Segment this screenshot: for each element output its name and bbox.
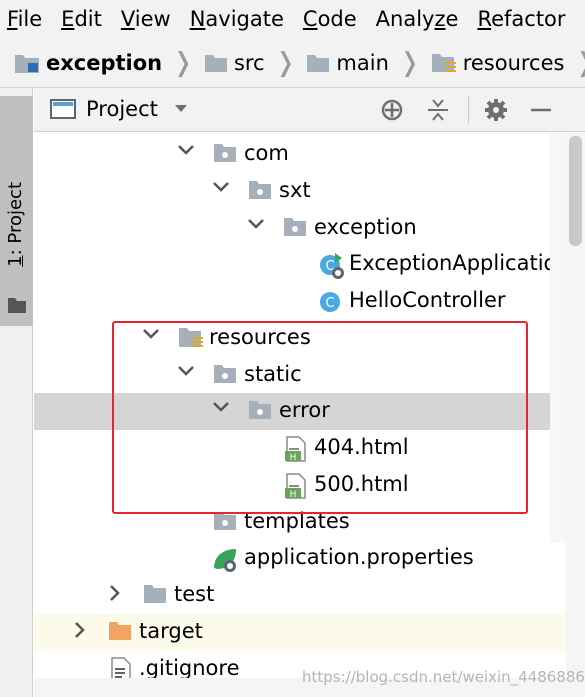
package-icon (214, 512, 236, 530)
breadcrumb-item-resources[interactable]: resources❭ (421, 50, 585, 76)
menu-edit[interactable]: Edit (54, 7, 114, 31)
menu-bar: File Edit View Navigate Code Analyze Ref… (0, 0, 585, 38)
tool-window-strip: 1: Project (0, 88, 33, 697)
package-icon (284, 218, 306, 236)
project-tool-tab-label: 1: Project (5, 182, 26, 267)
separator-icon: ❭ (274, 47, 297, 78)
tree-node-resources[interactable]: resources (34, 320, 585, 357)
spring-properties-icon (214, 549, 236, 572)
chevron-down-icon[interactable] (212, 400, 230, 414)
package-icon (214, 144, 236, 162)
tree-node-test[interactable]: test (34, 577, 585, 614)
project-view-icon (50, 99, 76, 119)
package-icon (214, 365, 236, 383)
tree-node-com[interactable]: com (34, 136, 585, 173)
tree-node-target[interactable]: target (34, 614, 585, 651)
chevron-down-icon[interactable] (142, 327, 160, 341)
spring-boot-class-icon: C (320, 253, 344, 279)
folder-icon (204, 54, 227, 72)
module-folder-icon (15, 54, 39, 73)
locate-icon[interactable] (380, 98, 404, 122)
menu-view[interactable]: View (114, 7, 183, 31)
chevron-down-icon (174, 105, 187, 112)
tree-node-templates[interactable]: templates (34, 504, 585, 541)
breadcrumb-item-src[interactable]: src ❭ (194, 50, 296, 76)
breadcrumb-item-main[interactable]: main ❭ (296, 47, 421, 78)
minimize-icon[interactable] (529, 98, 553, 122)
menu-analyze[interactable]: Analyze (369, 7, 471, 31)
chevron-down-icon[interactable] (177, 143, 195, 157)
tree-node-500-html[interactable]: H 500.html (34, 467, 585, 504)
chevron-right-icon[interactable] (108, 584, 122, 602)
collapse-all-icon[interactable] (426, 98, 450, 122)
watermark: https://blog.csdn.net/weixin_44868863 (302, 668, 585, 686)
folder-icon (8, 298, 26, 313)
chevron-down-icon[interactable] (212, 180, 230, 194)
class-icon: C (320, 292, 340, 312)
tree-node-error[interactable]: error (34, 393, 585, 430)
separator-icon: ❭ (574, 50, 585, 76)
gear-icon[interactable] (484, 98, 508, 122)
menu-file[interactable]: File (0, 7, 54, 31)
breadcrumb: exception❭ src❭ main❭ resources❭ stat (0, 38, 585, 88)
chevron-down-icon[interactable] (247, 217, 265, 231)
project-tool-tab[interactable]: 1: Project (0, 96, 33, 326)
tree-node-sxt[interactable]: sxt (34, 173, 585, 210)
gutter (550, 133, 566, 543)
vertical-scrollbar-thumb[interactable] (569, 136, 582, 246)
menu-code[interactable]: Code (296, 7, 369, 31)
breadcrumb-item-exception[interactable]: exception ❭ (0, 50, 194, 76)
tree-node-application-properties[interactable]: application.properties (34, 540, 585, 577)
svg-text:H: H (290, 453, 297, 462)
svg-text:C: C (325, 296, 334, 311)
resources-folder-icon (431, 53, 456, 72)
project-panel-header: Project (34, 88, 585, 132)
tree-node-404-html[interactable]: H 404.html (34, 430, 585, 467)
chevron-down-icon[interactable] (177, 364, 195, 378)
html-file-icon: H (285, 436, 306, 462)
html-file-icon: H (285, 473, 306, 499)
chevron-right-icon[interactable] (73, 621, 87, 639)
menu-navigate[interactable]: Navigate (183, 7, 296, 31)
excluded-folder-icon (109, 622, 131, 640)
divider (468, 96, 469, 124)
view-selector[interactable]: Project (50, 97, 188, 121)
separator-icon: ❭ (172, 47, 194, 78)
menu-refactor[interactable]: Refactor (470, 7, 577, 31)
package-icon (249, 181, 271, 199)
separator-icon: ❭ (398, 47, 421, 78)
tree-node-hellocontroller[interactable]: C HelloController (34, 283, 585, 320)
svg-text:H: H (290, 490, 297, 499)
tree-node-static[interactable]: static (34, 357, 585, 394)
resources-folder-icon (179, 328, 203, 347)
tree-node-exceptionapplication[interactable]: C ExceptionApplication (34, 246, 585, 283)
tree-node-exception[interactable]: exception (34, 210, 585, 247)
project-tree: com sxt exception C ExceptionApplication… (34, 133, 585, 697)
folder-icon (307, 54, 330, 72)
folder-icon (144, 585, 166, 603)
package-icon (249, 401, 271, 419)
